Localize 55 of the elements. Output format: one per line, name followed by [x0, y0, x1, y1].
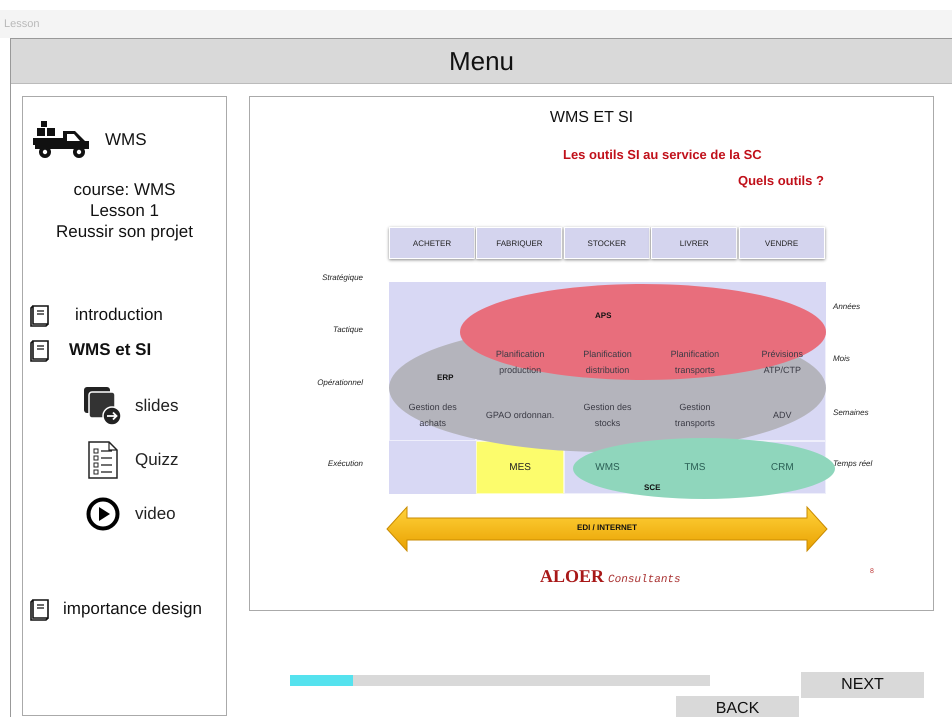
arrow-label: EDI / INTERNET [576, 523, 638, 532]
play-icon [86, 497, 120, 531]
back-button[interactable]: BACK [676, 696, 799, 717]
level-label: Exécution [328, 459, 363, 468]
lesson-link[interactable]: video [135, 504, 176, 524]
course-info: course: WMS [73, 179, 176, 200]
slide-subtitle: Les outils SI au service de la SC [563, 147, 762, 162]
company-logo: ALOER Consultants [540, 566, 681, 587]
chapter-link[interactable]: introduction [75, 304, 163, 324]
process-header: VENDRE [738, 227, 825, 259]
course-info: Lesson 1 [90, 200, 159, 221]
window-title: Lesson [4, 18, 40, 30]
cell-label: WMS [594, 460, 621, 474]
notebook-icon [29, 596, 51, 620]
cell-label: MES [508, 460, 532, 474]
horizon-label: Semaines [833, 408, 869, 417]
process-header: LIVRER [651, 227, 738, 259]
truck-with-boxes-icon [33, 121, 91, 159]
slides-icon [84, 387, 122, 425]
region-label: ERP [437, 373, 454, 382]
cell-label: ADV [772, 408, 793, 422]
course-title: WMS [105, 130, 147, 150]
cell-label: Gestion des stocks [582, 400, 632, 430]
region-label: APS [595, 311, 612, 320]
level-label: Tactique [333, 325, 363, 334]
horizon-label: Mois [833, 354, 850, 363]
chapter-link[interactable]: WMS et SI [69, 340, 152, 360]
slide-question: Quels outils ? [738, 173, 824, 188]
course-info: Reussir son projet [56, 221, 193, 242]
cell-label: Planification transports [670, 348, 720, 377]
process-header: ACHETER [389, 227, 475, 259]
lesson-link[interactable]: slides [135, 396, 178, 416]
cell-label: Gestion transports [674, 400, 716, 430]
process-header: FABRIQUER [476, 227, 562, 259]
cell-label: TMS [683, 460, 706, 474]
slide-title: WMS ET SI [548, 109, 634, 127]
cell-label: Prévisions ATP/CTP [760, 348, 804, 376]
cell-label: Planification distribution [582, 348, 633, 376]
header-title: Menu [448, 46, 514, 76]
cell-label: Gestion des achats [408, 400, 458, 430]
horizon-label: Années [833, 302, 860, 311]
notebook-icon [29, 338, 51, 362]
chapter-link[interactable]: importance design [63, 598, 202, 618]
region-label: SCE [644, 483, 660, 492]
cell-label: Planification production [494, 348, 546, 377]
process-header: STOCKER [564, 227, 650, 259]
horizon-label: Temps réel [833, 459, 872, 468]
next-button[interactable]: NEXT [801, 672, 924, 698]
notebook-icon [29, 302, 51, 326]
level-label: Stratégique [322, 273, 363, 282]
lesson-link[interactable]: Quizz [135, 450, 178, 470]
level-label: Opérationnel [317, 378, 363, 387]
checklist-icon [88, 441, 118, 479]
cell-label: CRM [770, 460, 795, 474]
cell-label: GPAO ordonnan. [485, 408, 556, 422]
